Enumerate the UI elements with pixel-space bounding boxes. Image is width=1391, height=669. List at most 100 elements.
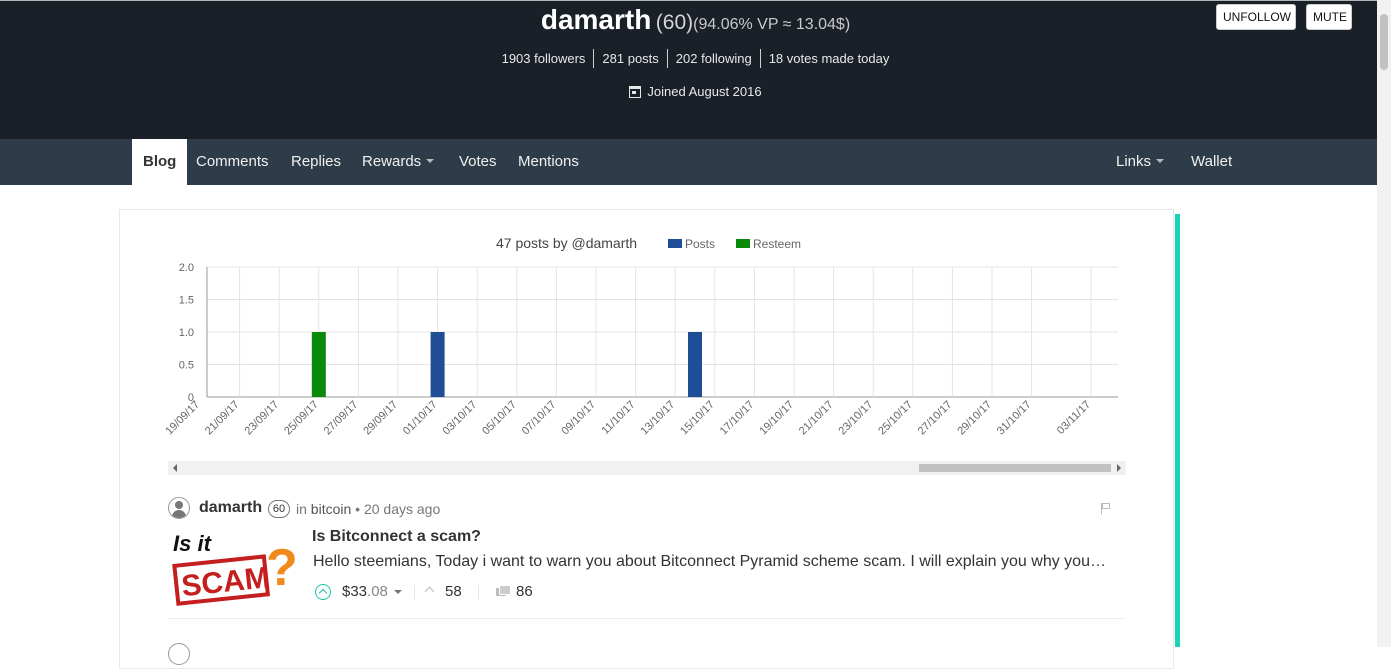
legend-item-posts[interactable]: Posts <box>668 237 715 251</box>
chart-scrollbar-thumb[interactable] <box>919 464 1111 472</box>
scroll-left-arrow-icon[interactable] <box>173 464 177 472</box>
author-reputation-badge: 60 <box>268 500 290 518</box>
chevron-down-icon[interactable] <box>394 590 402 594</box>
x-tick-label: 29/09/17 <box>361 399 400 438</box>
x-tick-label: 15/10/17 <box>678 399 717 438</box>
chevron-down-icon <box>426 159 435 163</box>
mute-button[interactable]: MUTE <box>1306 4 1352 30</box>
footer-divider <box>478 585 479 600</box>
payout-main: $33 <box>342 583 368 600</box>
y-tick-label: 2.0 <box>179 262 194 274</box>
post-divider <box>168 618 1126 619</box>
chart-title: 47 posts by @damarth <box>496 235 638 251</box>
joined-date: Joined August 2016 <box>0 84 1391 99</box>
chevron-down-icon <box>1156 159 1165 163</box>
tab-links[interactable]: Links <box>1116 139 1165 185</box>
post-thumbnail[interactable]: Is it SCAM ? <box>170 527 298 607</box>
profile-name-row: damarth (60)(94.06% VP ≈ 13.04$) <box>0 4 1391 36</box>
x-tick-label: 27/09/17 <box>322 399 361 438</box>
legend-label-resteem: Resteem <box>753 237 802 251</box>
post-author[interactable]: damarth <box>199 499 262 517</box>
y-tick-label: 0.5 <box>179 360 194 372</box>
payout-value[interactable]: $33.08 <box>342 583 388 600</box>
profile-header: damarth (60)(94.06% VP ≈ 13.04$) 1903 fo… <box>0 0 1377 139</box>
profile-tabs: Blog Comments Replies Rewards Votes Ment… <box>0 139 1377 185</box>
x-tick-label: 11/10/17 <box>600 399 638 437</box>
avatar-body-shape <box>172 510 186 518</box>
avatar-head-shape <box>175 501 183 509</box>
chart-horizontal-scrollbar[interactable] <box>168 461 1126 475</box>
scroll-right-arrow-icon[interactable] <box>1117 464 1121 472</box>
x-tick-label: 03/11/17 <box>1055 399 1093 437</box>
avatar[interactable] <box>168 643 190 665</box>
tab-replies[interactable]: Replies <box>291 139 341 185</box>
x-tick-label: 03/10/17 <box>441 399 480 438</box>
legend-label-posts: Posts <box>685 237 716 251</box>
x-tick-label: 13/10/17 <box>639 399 678 438</box>
x-tick-label: 29/10/17 <box>955 399 994 438</box>
avatar[interactable] <box>168 497 190 519</box>
voting-power: (94.06% VP ≈ 13.04$) <box>693 16 851 33</box>
payout-cents: .08 <box>367 583 388 600</box>
header-top-border <box>0 0 1377 1</box>
upvote-icon[interactable] <box>315 584 331 600</box>
followers-count[interactable]: 1903 followers <box>494 49 594 68</box>
legend-swatch-posts <box>668 239 682 248</box>
thumbnail-text-is-it: Is it <box>173 531 213 556</box>
comments-icon <box>496 585 511 598</box>
thumbnail-question-mark: ? <box>266 539 298 597</box>
legend-swatch-resteem <box>736 239 750 248</box>
tab-rewards[interactable]: Rewards <box>362 139 435 185</box>
unfollow-button[interactable]: UNFOLLOW <box>1216 4 1296 30</box>
x-tick-label: 07/10/17 <box>520 399 559 438</box>
post-title[interactable]: Is Bitconnect a scam? <box>312 528 481 546</box>
posts-count[interactable]: 281 posts <box>593 49 666 68</box>
x-tick-label: 23/10/17 <box>837 399 876 438</box>
accent-bar <box>1175 214 1180 647</box>
following-count[interactable]: 202 following <box>666 49 760 68</box>
x-tick-label: 05/10/17 <box>480 399 519 438</box>
x-tick-label: 19/10/17 <box>757 399 796 438</box>
thumbnail-stamp: SCAM <box>172 554 271 606</box>
x-tick-label: 17/10/17 <box>718 399 757 438</box>
joined-text: Joined August 2016 <box>647 84 762 99</box>
x-tick-label: 17 <box>160 399 163 416</box>
x-tick-label: 27/10/17 <box>916 399 955 438</box>
votes-count[interactable]: 58 <box>445 583 462 600</box>
legend-item-resteem[interactable]: Resteem <box>736 237 801 251</box>
tab-wallet[interactable]: Wallet <box>1191 139 1232 185</box>
x-tick-label: 23/09/17 <box>243 399 282 438</box>
page-scrollbar-thumb[interactable] <box>1380 14 1388 70</box>
bar-posts <box>430 332 445 397</box>
profile-name: damarth <box>540 4 652 35</box>
votes-today: 18 votes made today <box>759 49 898 68</box>
calendar-icon <box>629 86 642 98</box>
tab-votes[interactable]: Votes <box>459 139 497 185</box>
tab-blog[interactable]: Blog <box>132 139 188 185</box>
posts-chart: 00.51.01.52.017 19/09/17 21/09/17 23/09/17 2… <box>160 262 1118 438</box>
post-time: • 20 days ago <box>351 501 441 517</box>
flag-icon[interactable] <box>1101 503 1111 514</box>
post-category[interactable]: bitcoin <box>311 501 351 517</box>
y-tick-label: 1.0 <box>179 327 194 339</box>
tab-rewards-label: Rewards <box>362 153 422 170</box>
meta-in: in <box>296 501 311 517</box>
page-scrollbar[interactable] <box>1377 0 1391 647</box>
bar-resteem <box>311 332 326 397</box>
x-tick-label: 19/09/17 <box>163 399 202 438</box>
x-tick-label: 01/10/17 <box>401 399 440 438</box>
x-tick-label: 21/10/17 <box>797 399 836 438</box>
x-tick-label: 31/10/17 <box>995 399 1034 438</box>
y-tick-label: 1.5 <box>179 295 194 307</box>
post-excerpt[interactable]: Hello steemians, Today i want to warn yo… <box>313 553 1108 571</box>
profile-stats: 1903 followers 281 posts 202 following 18 v… <box>0 49 1391 68</box>
x-tick-label: 21/09/17 <box>203 399 242 438</box>
bar-posts <box>688 332 702 397</box>
post-meta: in bitcoin • 20 days ago <box>296 501 440 517</box>
comments-count[interactable]: 86 <box>516 583 533 600</box>
tab-comments[interactable]: Comments <box>196 139 269 185</box>
flag-cloth <box>1102 503 1110 509</box>
x-tick-label: 09/10/17 <box>559 399 598 438</box>
comments-icon-front <box>499 585 511 595</box>
tab-mentions[interactable]: Mentions <box>518 139 579 185</box>
